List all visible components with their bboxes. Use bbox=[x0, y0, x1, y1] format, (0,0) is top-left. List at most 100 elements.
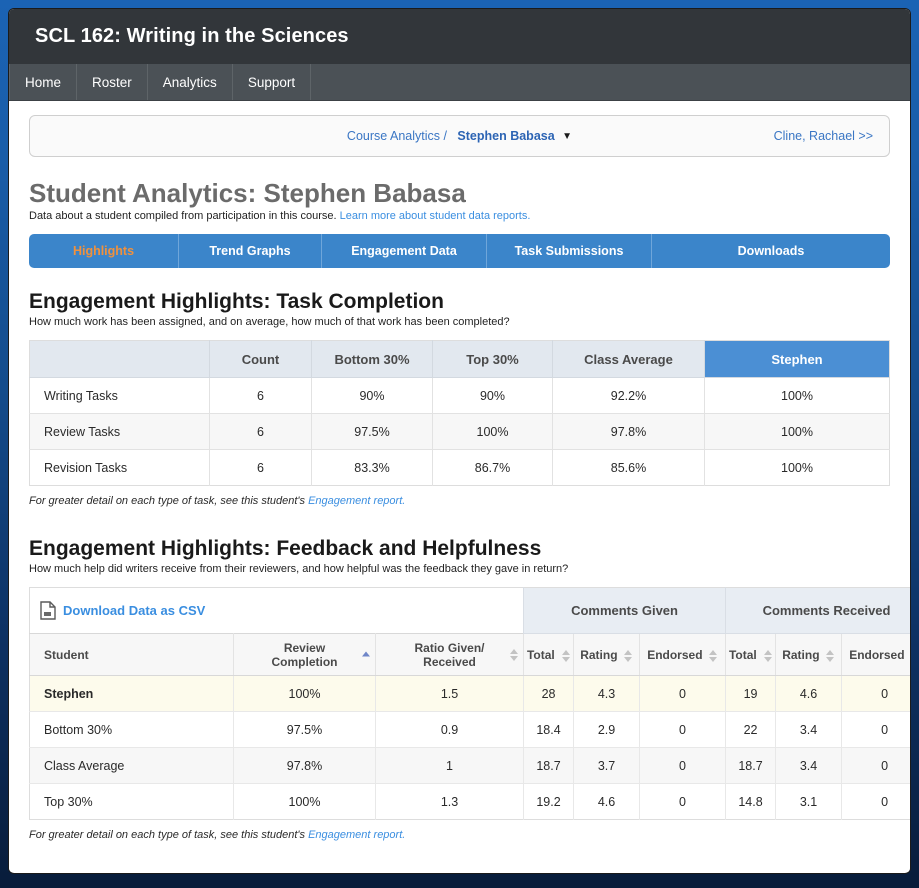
engagement-report-link[interactable]: Engagement report. bbox=[308, 829, 405, 841]
cell-student: 100% bbox=[704, 413, 890, 451]
tab-engagement-data[interactable]: Engagement Data bbox=[322, 234, 487, 269]
cell-task-label: Writing Tasks bbox=[29, 377, 210, 415]
feedback-note-text: For greater detail on each type of task,… bbox=[29, 829, 309, 842]
col-header-ratio-label-1: Ratio Given/ bbox=[414, 640, 485, 655]
tab-downloads[interactable]: Downloads bbox=[652, 234, 890, 268]
table-row: Top 30% 100% 1.3 19.2 4.6 0 14.8 3.1 0 bbox=[29, 783, 910, 820]
col-header-given-rating-label: Rating bbox=[580, 647, 618, 662]
course-title: SCL 162: Writing in the Sciences bbox=[35, 25, 349, 47]
task-completion-note: For greater detail on each type of task,… bbox=[29, 495, 890, 507]
table-row: Stephen 100% 1.5 28 4.3 0 19 4.6 0 bbox=[29, 675, 910, 713]
th-blank bbox=[29, 340, 210, 379]
cell-received-total: 14.8 bbox=[725, 783, 777, 820]
col-header-received-total[interactable]: Total bbox=[725, 633, 777, 677]
cell-given-total: 19.2 bbox=[523, 783, 575, 820]
engagement-report-link[interactable]: Engagement report. bbox=[308, 495, 405, 507]
chevron-down-icon[interactable]: ▼ bbox=[562, 131, 572, 142]
sort-arrow-icon[interactable] bbox=[561, 649, 570, 662]
cell-given-total: 18.4 bbox=[523, 711, 575, 749]
sort-arrow-icon[interactable] bbox=[826, 649, 835, 662]
tab-highlights[interactable]: Highlights bbox=[29, 234, 179, 269]
cell-received-endorsed: 0 bbox=[841, 711, 910, 749]
cell-received-total: 18.7 bbox=[725, 747, 777, 785]
table-row: Class Average 97.8% 1 18.7 3.7 0 18.7 3.… bbox=[29, 747, 910, 785]
sort-arrow-icon[interactable] bbox=[709, 649, 718, 662]
cell-given-rating: 4.6 bbox=[573, 783, 641, 820]
cell-review-completion: 97.8% bbox=[233, 747, 376, 785]
table-row: Review Tasks 6 97.5% 100% 97.8% 100% bbox=[29, 413, 890, 451]
cell-given-total: 28 bbox=[523, 675, 575, 713]
table-header-row: Count Bottom 30% Top 30% Class Average S… bbox=[29, 340, 890, 379]
cell-ratio: 1 bbox=[375, 747, 525, 785]
col-header-received-rating-label: Rating bbox=[782, 647, 820, 662]
analytics-tabstrip: Highlights Trend Graphs Engagement Data … bbox=[29, 234, 890, 269]
cell-ratio: 0.9 bbox=[375, 711, 525, 749]
cell-given-rating: 4.3 bbox=[573, 675, 641, 713]
col-header-received-rating[interactable]: Rating bbox=[775, 633, 843, 677]
nav-item-analytics[interactable]: Analytics bbox=[148, 64, 233, 100]
breadcrumb: Course Analytics / Stephen Babasa ▼ Clin… bbox=[29, 115, 890, 157]
sort-arrow-icon[interactable] bbox=[763, 649, 772, 662]
cell-given-total: 18.7 bbox=[523, 747, 575, 785]
col-header-given-endorsed[interactable]: Endorsed bbox=[639, 633, 727, 677]
cell-review-completion: 100% bbox=[233, 675, 376, 713]
th-top30: Top 30% bbox=[432, 340, 553, 379]
col-header-received-endorsed-label: Endorsed bbox=[849, 647, 905, 662]
page-frame: SCL 162: Writing in the Sciences Home Ro… bbox=[8, 8, 911, 874]
sort-arrow-icon[interactable] bbox=[624, 649, 633, 662]
col-header-ratio-label-2: Received bbox=[423, 654, 476, 669]
cell-received-rating: 3.1 bbox=[775, 783, 843, 820]
task-completion-subtitle: How much work has been assigned, and on … bbox=[29, 316, 510, 329]
learn-more-link[interactable]: Learn more about student data reports. bbox=[340, 210, 531, 222]
cell-top30: 86.7% bbox=[432, 449, 553, 486]
nav-item-home[interactable]: Home bbox=[9, 64, 78, 100]
col-header-received-total-label: Total bbox=[728, 647, 757, 662]
nav-item-roster[interactable]: Roster bbox=[77, 64, 148, 100]
sort-arrow-icon[interactable] bbox=[509, 648, 518, 661]
breadcrumb-parent-link[interactable]: Course Analytics / bbox=[347, 129, 447, 143]
breadcrumb-current-student[interactable]: Stephen Babasa bbox=[457, 129, 554, 143]
cell-student: 100% bbox=[704, 449, 890, 486]
next-student-link[interactable]: Cline, Rachael >> bbox=[774, 129, 873, 143]
col-header-given-rating[interactable]: Rating bbox=[573, 633, 641, 677]
cell-received-endorsed: 0 bbox=[841, 675, 910, 713]
cell-received-total: 19 bbox=[725, 675, 777, 713]
cell-bottom30: 97.5% bbox=[311, 413, 433, 451]
sort-arrow-icon-active[interactable] bbox=[361, 651, 370, 658]
cell-student: Stephen bbox=[29, 675, 234, 713]
tab-task-submissions[interactable]: Task Submissions bbox=[487, 234, 652, 269]
tab-trend-graphs[interactable]: Trend Graphs bbox=[179, 234, 322, 269]
nav-item-support[interactable]: Support bbox=[233, 64, 312, 100]
cell-class-avg: 85.6% bbox=[552, 449, 705, 486]
th-class-average: Class Average bbox=[552, 340, 705, 379]
cell-bottom30: 83.3% bbox=[311, 449, 433, 486]
col-header-review-completion-label-1: Review bbox=[283, 640, 326, 655]
col-header-given-total[interactable]: Total bbox=[523, 633, 575, 677]
cell-count: 6 bbox=[209, 413, 312, 451]
cell-top30: 90% bbox=[432, 377, 553, 415]
cell-received-total: 22 bbox=[725, 711, 777, 749]
table-row: Writing Tasks 6 90% 90% 92.2% 100% bbox=[29, 377, 890, 415]
th-count: Count bbox=[209, 340, 312, 379]
feedback-title: Engagement Highlights: Feedback and Help… bbox=[29, 537, 542, 561]
cell-student: Class Average bbox=[29, 747, 234, 785]
cell-received-rating: 3.4 bbox=[775, 711, 843, 749]
feedback-column-header-row: Student Review Completion Ratio Given/ R… bbox=[29, 633, 910, 677]
feedback-subtitle: How much help did writers receive from t… bbox=[29, 563, 569, 576]
col-header-student[interactable]: Student bbox=[29, 633, 234, 677]
col-header-received-endorsed[interactable]: Endorsed bbox=[841, 633, 910, 677]
col-header-review-completion[interactable]: Review Completion bbox=[233, 633, 376, 677]
cell-class-avg: 97.8% bbox=[552, 413, 705, 451]
cell-top30: 100% bbox=[432, 413, 553, 451]
col-header-student-label: Student bbox=[44, 647, 89, 662]
th-student: Stephen bbox=[704, 340, 890, 379]
cell-given-endorsed: 0 bbox=[639, 711, 727, 749]
cell-student: Top 30% bbox=[29, 783, 234, 820]
course-header: SCL 162: Writing in the Sciences bbox=[9, 9, 910, 64]
download-csv-button[interactable]: Download Data as CSV bbox=[36, 601, 522, 621]
page-title: Student Analytics: Stephen Babasa bbox=[29, 178, 466, 208]
col-header-ratio-given-received[interactable]: Ratio Given/ Received bbox=[375, 633, 525, 677]
task-completion-thead: Count Bottom 30% Top 30% Class Average S… bbox=[29, 340, 890, 379]
feedback-thead: Download Data as CSV Comments Given Comm… bbox=[29, 587, 910, 677]
cell-review-completion: 100% bbox=[233, 783, 376, 820]
